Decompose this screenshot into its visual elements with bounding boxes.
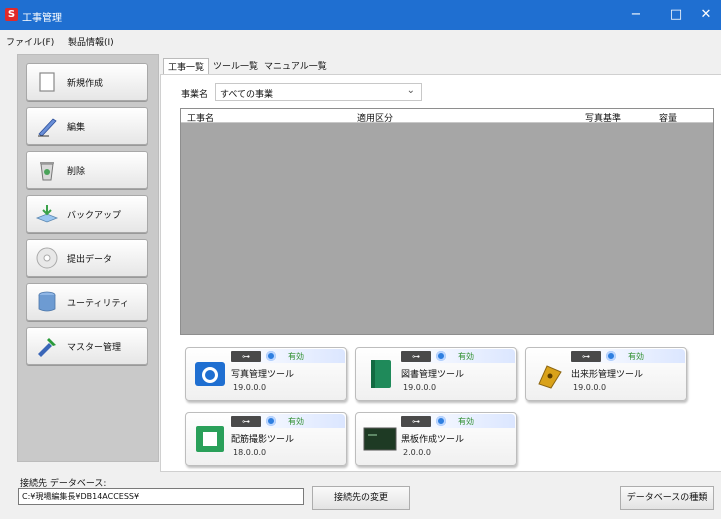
change-connection-button[interactable]: 接続先の変更 xyxy=(312,486,410,510)
status-indicator-icon xyxy=(436,351,446,361)
title-bar: S 工事管理 − □ ✕ xyxy=(0,0,721,30)
status-badge: 有効 xyxy=(458,417,474,426)
project-table[interactable]: 工事名 適用区分 写真基準 容量 xyxy=(180,108,714,335)
sidebar-item-submit-data[interactable]: 提出データ xyxy=(26,239,148,277)
column-header-size[interactable]: 容量 xyxy=(659,111,677,124)
tool-name: 配筋撮影ツール xyxy=(231,435,295,445)
tool-version: 19.0.0.0 xyxy=(233,383,267,392)
status-badge: 有効 xyxy=(288,417,304,426)
menu-product-info[interactable]: 製品情報(I) xyxy=(68,35,114,48)
tool-name: 黒板作成ツール xyxy=(401,435,465,445)
close-button[interactable]: ✕ xyxy=(686,0,721,30)
usb-icon: ⊶ xyxy=(401,351,431,362)
blackboard-icon xyxy=(363,427,397,451)
book-icon xyxy=(371,360,391,388)
window-title: 工事管理 xyxy=(22,13,62,24)
document-icon xyxy=(39,72,55,92)
status-indicator-icon xyxy=(606,351,616,361)
menu-file[interactable]: ファイル(F) xyxy=(6,35,54,48)
backup-icon xyxy=(35,205,59,223)
sidebar-item-utility[interactable]: ユーティリティ xyxy=(26,283,148,321)
status-badge: 有効 xyxy=(458,352,474,361)
pen-nib-icon xyxy=(538,365,562,389)
sidebar-item-delete[interactable]: 削除 xyxy=(26,151,148,189)
tool-name: 図書管理ツール xyxy=(401,370,465,380)
sidebar-item-edit[interactable]: 編集 xyxy=(26,107,148,145)
tool-version: 19.0.0.0 xyxy=(573,383,607,392)
tool-card-as-built[interactable]: ⊶ 有効 出来形管理ツール 19.0.0.0 xyxy=(525,347,687,401)
disc-icon xyxy=(36,247,58,269)
cylinder-icon xyxy=(38,291,56,312)
tool-card-blackboard[interactable]: ⊶ 有効 黒板作成ツール 2.0.0.0 xyxy=(355,412,517,466)
tab-project-list[interactable]: 工事一覧 xyxy=(163,58,210,75)
table-header: 工事名 適用区分 写真基準 容量 xyxy=(181,109,713,124)
database-path-value: C:¥現場編集長¥DB14ACCESS¥ xyxy=(22,492,140,501)
sidebar-item-new[interactable]: 新規作成 xyxy=(26,63,148,101)
sidebar-item-label: マスター管理 xyxy=(67,343,122,353)
status-indicator-icon xyxy=(436,416,446,426)
tab-tool-list[interactable]: ツール一覧 xyxy=(209,58,262,74)
tool-card-rebar[interactable]: ⊶ 有効 配筋撮影ツール 18.0.0.0 xyxy=(185,412,347,466)
tab-manual-list[interactable]: マニュアル一覧 xyxy=(260,58,331,74)
tool-version: 18.0.0.0 xyxy=(233,448,267,457)
column-header-photo-standard[interactable]: 写真基準 xyxy=(585,111,621,124)
sidebar-item-label: 新規作成 xyxy=(67,79,104,89)
sidebar-item-master[interactable]: マスター管理 xyxy=(26,327,148,365)
rebar-icon xyxy=(196,426,224,452)
column-header-name[interactable]: 工事名 xyxy=(187,111,214,124)
business-filter-select[interactable]: すべての事業 ⌄ xyxy=(215,83,422,101)
chevron-down-icon: ⌄ xyxy=(406,85,415,96)
trash-icon xyxy=(40,162,54,181)
menu-bar: ファイル(F) 製品情報(I) xyxy=(0,30,721,50)
sidebar: 新規作成 編集 削除 バックアップ 提出データ ユーティリティ マスター管理 xyxy=(17,54,159,462)
usb-icon: ⊶ xyxy=(401,416,431,427)
status-indicator-icon xyxy=(266,416,276,426)
usb-icon: ⊶ xyxy=(231,351,261,362)
sidebar-item-label: 削除 xyxy=(67,167,86,177)
tools-icon xyxy=(38,338,56,357)
tool-name: 出来形管理ツール xyxy=(571,370,644,380)
tool-card-document[interactable]: ⊶ 有効 図書管理ツール 19.0.0.0 xyxy=(355,347,517,401)
minimize-button[interactable]: − xyxy=(616,0,656,30)
status-badge: 有効 xyxy=(628,352,644,361)
status-badge: 有効 xyxy=(288,352,304,361)
database-type-button[interactable]: データベースの種類 xyxy=(620,486,714,510)
pen-icon xyxy=(38,118,57,137)
sidebar-item-label: 編集 xyxy=(67,123,86,133)
database-path-field[interactable]: C:¥現場編集長¥DB14ACCESS¥ xyxy=(18,488,304,505)
app-logo-icon: S xyxy=(5,8,18,21)
sidebar-item-label: 提出データ xyxy=(67,255,113,265)
column-header-category[interactable]: 適用区分 xyxy=(357,111,393,124)
tool-version: 19.0.0.0 xyxy=(403,383,437,392)
sidebar-item-backup[interactable]: バックアップ xyxy=(26,195,148,233)
sidebar-item-label: バックアップ xyxy=(67,211,122,221)
filter-label: 事業名 xyxy=(181,90,209,100)
status-indicator-icon xyxy=(266,351,276,361)
tool-version: 2.0.0.0 xyxy=(403,448,431,457)
tool-name: 写真管理ツール xyxy=(231,370,295,380)
usb-icon: ⊶ xyxy=(571,351,601,362)
camera-icon xyxy=(195,362,225,386)
usb-icon: ⊶ xyxy=(231,416,261,427)
sidebar-item-label: ユーティリティ xyxy=(67,299,129,309)
filter-selected-value: すべての事業 xyxy=(220,90,274,100)
tool-card-photo[interactable]: ⊶ 有効 写真管理ツール 19.0.0.0 xyxy=(185,347,347,401)
